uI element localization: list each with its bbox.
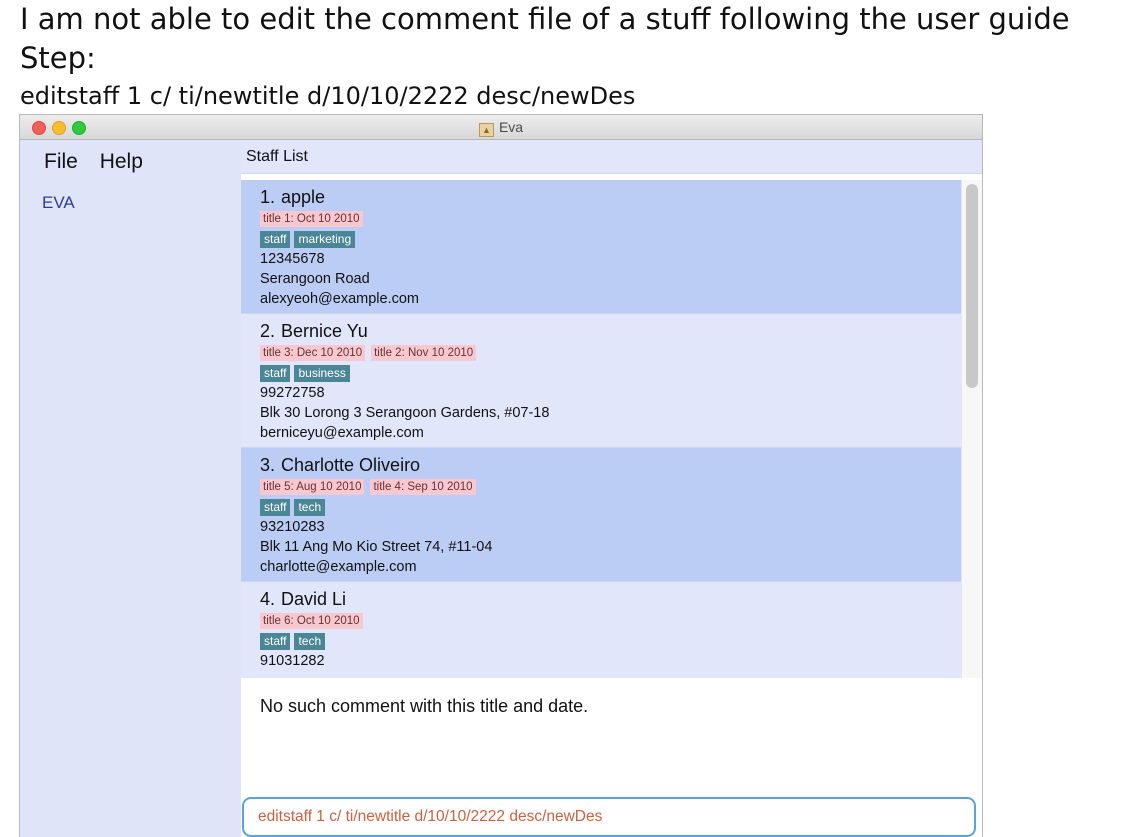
staff-card[interactable]: 2. Bernice Yu title 3: Dec 10 2010 title 2… xyxy=(241,314,961,448)
staff-name-line: 4. David Li xyxy=(260,589,961,609)
result-display: No such comment with this title and date… xyxy=(241,678,982,796)
staff-tag: staff xyxy=(260,231,291,248)
menu-file[interactable]: File xyxy=(44,150,78,173)
staff-tag: business xyxy=(294,365,350,382)
staff-name: apple xyxy=(281,187,326,207)
staff-tag: staff xyxy=(260,499,291,516)
comment-tags: title 3: Dec 10 2010 title 2: Nov 10 2010 xyxy=(260,343,961,362)
staff-index: 2. xyxy=(260,321,276,341)
staff-list[interactable]: 1. apple title 1: Oct 10 2010 staff market… xyxy=(241,180,961,678)
staff-phone: 91031282 xyxy=(260,653,325,669)
comment-tag: title 5: Aug 10 2010 xyxy=(260,479,365,495)
staff-name-line: 2. Bernice Yu xyxy=(260,321,961,341)
window-title: ▲ Eva xyxy=(20,119,982,137)
staff-email: alexyeoh@example.com xyxy=(260,291,419,307)
staff-name: David Li xyxy=(281,589,347,609)
comment-tag: title 1: Oct 10 2010 xyxy=(260,211,363,227)
staff-tag: staff xyxy=(260,365,291,382)
staff-tag: tech xyxy=(294,499,326,516)
caption-command: editstaff 1 c/ ti/newtitle d/10/10/2222 … xyxy=(20,82,636,110)
scrollbar-thumb[interactable] xyxy=(966,184,978,388)
staff-name-line: 1. apple xyxy=(260,187,961,207)
staff-email: berniceyu@example.com xyxy=(260,425,424,441)
staff-name: Charlotte Oliveiro xyxy=(281,455,421,475)
command-input[interactable]: editstaff 1 c/ ti/newtitle d/10/10/2222 … xyxy=(242,797,976,837)
staff-email: charlotte@example.com xyxy=(260,559,417,575)
staff-phone: 93210283 xyxy=(260,519,325,535)
staff-list-header: Staff List xyxy=(241,140,982,174)
main-panel: Staff List 1. apple title 1: Oct 10 2010 … xyxy=(241,140,982,837)
app-icon: ▲ xyxy=(478,123,494,137)
staff-tag: staff xyxy=(260,633,291,650)
staff-phone: 99272758 xyxy=(260,385,325,401)
comment-tag: title 2: Nov 10 2010 xyxy=(371,345,477,361)
staff-tags: staff tech xyxy=(260,632,961,651)
staff-tag: marketing xyxy=(294,231,356,248)
staff-name-line: 3. Charlotte Oliveiro xyxy=(260,455,961,475)
staff-tags: staff marketing xyxy=(260,230,961,249)
staff-tag: tech xyxy=(294,633,326,650)
staff-card[interactable]: 4. David Li title 6: Oct 10 2010 staff tec… xyxy=(241,582,961,678)
staff-card[interactable]: 1. apple title 1: Oct 10 2010 staff market… xyxy=(241,180,961,314)
staff-address: Blk 30 Lorong 3 Serangoon Gardens, #07-1… xyxy=(260,405,550,421)
staff-index: 3. xyxy=(260,455,276,475)
staff-card[interactable]: 3. Charlotte Oliveiro title 5: Aug 10 201… xyxy=(241,448,961,582)
sidebar-item-eva[interactable]: EVA xyxy=(42,193,75,213)
staff-address: Blk 11 Ang Mo Kio Street 74, #11-04 xyxy=(260,539,493,555)
caption-step-label: Step: xyxy=(20,41,96,75)
menu-help[interactable]: Help xyxy=(100,150,143,173)
staff-tags: staff business xyxy=(260,364,961,383)
comment-tag: title 4: Sep 10 2010 xyxy=(370,479,476,495)
menu-bar: File Help xyxy=(44,150,159,174)
staff-index: 1. xyxy=(260,187,276,207)
app-window: ▲ Eva File Help EVA Staff List 1. apple ti… xyxy=(19,114,983,837)
staff-phone: 12345678 xyxy=(260,251,325,267)
comment-tags: title 6: Oct 10 2010 xyxy=(260,611,961,630)
comment-tags: title 5: Aug 10 2010 title 4: Sep 10 2010 xyxy=(260,477,961,496)
window-title-text: Eva xyxy=(498,119,524,135)
staff-name: Bernice Yu xyxy=(281,321,368,341)
sidebar: File Help EVA xyxy=(20,140,240,837)
comment-tag: title 6: Oct 10 2010 xyxy=(260,613,363,629)
staff-tags: staff tech xyxy=(260,498,961,517)
staff-address: Serangoon Road xyxy=(260,271,370,287)
list-scrollbar[interactable] xyxy=(961,180,982,678)
caption-title: I am not able to edit the comment file o… xyxy=(20,2,1070,36)
comment-tag: title 3: Dec 10 2010 xyxy=(260,345,366,361)
staff-index: 4. xyxy=(260,589,276,609)
comment-tags: title 1: Oct 10 2010 xyxy=(260,209,961,228)
title-bar: ▲ Eva xyxy=(20,115,982,140)
result-message: No such comment with this title and date… xyxy=(260,696,589,716)
